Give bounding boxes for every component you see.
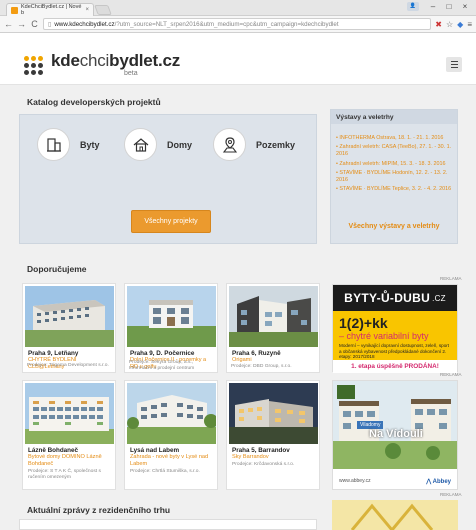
project-photo [127, 383, 216, 444]
event-link[interactable]: • INFOTHERMA Ostrava, 18. 1. - 21. 1. 20… [336, 135, 452, 142]
event-link[interactable]: • STAVÍME · BYDLÍME Teplice, 3. 2. - 4. … [336, 186, 452, 193]
apartment-icon [37, 128, 70, 161]
ad1-cta: 1. etapa úspěšně PRODÁNA! [333, 360, 457, 373]
all-projects-button[interactable]: Všechny projekty [131, 210, 211, 233]
project-photo [127, 286, 216, 347]
logo-beta-label: beta [124, 70, 138, 77]
project-photo [25, 383, 114, 444]
card-project-link[interactable]: Origami [232, 357, 315, 364]
ad3-partial-illustration[interactable] [332, 500, 458, 530]
category-label: Domy [167, 139, 193, 150]
browser-tabbar: KdeChciBydlet.cz | Nové b × 👤 – □ × [0, 0, 476, 16]
card-seller: Prodejce: Trigema Development s.r.o. [27, 363, 109, 368]
card-seller: Prodejce: DBD Group, s.r.o. [231, 364, 292, 369]
events-title: Výstavy a veletrhy [331, 110, 457, 124]
project-card[interactable]: Lázně Bohdaneč Bytové domy DOMINO Lázně … [22, 380, 116, 490]
extension-icon[interactable]: ✖ [435, 20, 442, 29]
project-photo [25, 286, 114, 347]
ad1-subline: – chytré variabilní byty [339, 331, 429, 341]
project-photo [229, 383, 318, 444]
category-label: Byty [80, 139, 100, 150]
card-seller: Prodejce: S T A K Č, společnost s ručení… [28, 469, 101, 480]
tab-close-icon[interactable]: × [85, 7, 89, 13]
project-card[interactable]: Praha 6, Ruzyně Origami [226, 283, 320, 373]
ad1-brand: BYTY-Ů-DUBU .CZ [333, 285, 457, 311]
card-location: Lázně Bohdaneč [28, 447, 79, 454]
event-link[interactable]: • Zahradní veletrh: CASA (TeeBo), 27. 1.… [336, 144, 452, 158]
tab-title: KdeChciBydlet.cz | Nové b [21, 4, 82, 16]
ad-label: REKLAMA [440, 372, 462, 377]
ad-label: REKLAMA [440, 492, 462, 497]
card-project-link[interactable]: Sky Barrandov [232, 454, 315, 461]
browser-menu-icon[interactable]: ≡ [467, 20, 472, 29]
project-card[interactable]: Lysá nad Labem Zahrada - nové byty v Lys… [124, 380, 218, 490]
category-byty[interactable]: Byty [37, 128, 100, 161]
card-seller: Prodejce: Krčdavonská s.r.o. [232, 462, 295, 467]
browser-toolbar: ← → C ▯ www.kdechcibydlet.cz /?utm_sourc… [0, 16, 476, 33]
project-card[interactable]: Praha 9, Letňany CHYTRÉ BYDLENÍ CLB@Letň… [22, 283, 116, 373]
ad1-body: 1(2)+kk – chytré variabilní byty Moderní… [333, 311, 457, 360]
extension-2-icon[interactable]: ◆ [457, 20, 463, 29]
land-icon [213, 128, 246, 161]
category-label: Pozemky [256, 139, 296, 150]
ad2-url: www.abbey.cz [339, 478, 371, 484]
address-bar[interactable]: ▯ www.kdechcibydlet.cz /?utm_source=NLT_… [43, 18, 432, 30]
news-panel [19, 519, 317, 530]
page-icon: ▯ [48, 20, 52, 28]
ad-byty-u-dubu[interactable]: BYTY-Ů-DUBU .CZ 1(2)+kk – chytré variabil… [332, 284, 458, 373]
site-logo[interactable]: kdechcibydlet.cz [51, 51, 180, 71]
news-title: Aktuální zprávy z rezidenčního trhu [27, 505, 171, 515]
url-query: /?utm_source=NLT_srpen2016&utm_medium=cp… [114, 20, 339, 28]
category-domy[interactable]: Domy [124, 128, 192, 161]
ad-na-vidouli[interactable]: Viladomy Na Vídouli www.abbey.cz ⋀ Abbey [332, 380, 458, 490]
hamburger-menu-button[interactable] [446, 57, 462, 72]
close-window-button[interactable]: × [456, 2, 474, 11]
catalog-title: Katalog developerských projektů [27, 97, 161, 107]
all-events-link[interactable]: Všechny výstavy a veletrhy [330, 223, 458, 230]
logo-dots-icon[interactable] [24, 56, 43, 75]
ad1-details: Moderní – vynikající dopravní dostupnost… [339, 343, 450, 360]
ad2-title: Na Vídouli [369, 428, 423, 440]
ad1-headline: 1(2)+kk [339, 315, 388, 331]
project-photo [229, 286, 318, 347]
card-location: Lysá nad Labem [130, 447, 180, 454]
ad-label: REKLAMA [440, 276, 462, 281]
card-location: Praha 5, Barrandov [232, 447, 290, 454]
url-host: www.kdechcibydlet.cz [54, 20, 115, 28]
card-seller: Prodejce: Sekyra Group, a.s., Informační… [129, 360, 195, 371]
browser-tab[interactable]: KdeChciBydlet.cz | Nové b × [6, 3, 94, 16]
reload-button[interactable]: C [30, 19, 39, 29]
forward-button[interactable]: → [17, 19, 26, 29]
card-location: Praha 9, D. Počernice [130, 350, 195, 357]
house-icon [124, 128, 157, 161]
card-project-link[interactable]: Bytové domy DOMINO Lázně Bohdaneč [28, 454, 111, 467]
ad2-illustration [333, 381, 457, 469]
card-location: Praha 6, Ruzyně [232, 350, 281, 357]
card-project-link[interactable]: Zahrada - nové byty v Lysé nad Labem [130, 454, 213, 467]
card-seller: Prodejce: Chrtlá Stumiška, s.r.o. [130, 469, 200, 474]
new-tab-button[interactable] [94, 5, 112, 15]
favicon-icon [11, 6, 18, 14]
bookmark-star-icon[interactable]: ☆ [446, 20, 453, 29]
project-card[interactable]: Praha 5, Barrandov Sky Barrandov Prodejc… [226, 380, 320, 490]
category-pozemky[interactable]: Pozemky [213, 128, 295, 161]
recommended-title: Doporučujeme [27, 264, 87, 274]
card-location: Praha 9, Letňany [28, 350, 79, 357]
user-profile-icon[interactable]: 👤 [407, 2, 419, 11]
back-button[interactable]: ← [4, 19, 13, 29]
event-link[interactable]: • STAVÍME · BYDLÍME Hodonín, 12. 2. - 13… [336, 170, 452, 184]
ad2-brand: ⋀ Abbey [426, 479, 451, 485]
event-link[interactable]: • Zahradní veletrh: MIPIM, 15. 3. - 18. … [336, 161, 452, 168]
